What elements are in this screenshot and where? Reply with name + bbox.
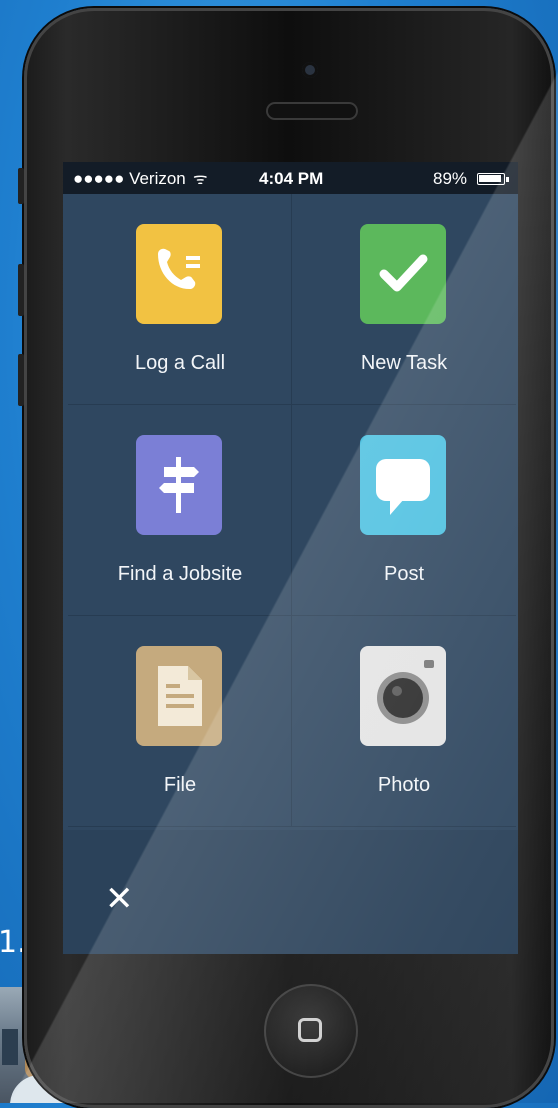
home-button[interactable] — [264, 984, 358, 1078]
action-new-task[interactable]: New Task — [292, 194, 516, 405]
phone-screen: ●●●●● Verizon ᯤ 4:04 PM 89% Log a Call N… — [63, 162, 518, 954]
action-label: Post — [383, 563, 425, 585]
status-bar: ●●●●● Verizon ᯤ 4:04 PM 89% — [63, 162, 518, 194]
action-post[interactable]: Post — [292, 405, 516, 616]
signpost-icon — [136, 435, 222, 535]
mute-switch — [18, 168, 24, 204]
battery-percent: 89% — [433, 169, 468, 188]
bottom-bar: ✕ — [63, 830, 518, 954]
checkmark-icon — [360, 224, 446, 324]
slide-number: 1. — [0, 925, 27, 960]
document-icon — [136, 646, 222, 746]
close-icon[interactable]: ✕ — [105, 882, 134, 916]
action-label: Find a Jobsite — [117, 563, 243, 585]
home-square-icon — [298, 1018, 322, 1042]
action-label: File — [163, 774, 197, 796]
carrier-label: ●●●●● Verizon — [73, 169, 186, 188]
monitor-background — [2, 1029, 18, 1065]
action-find-a-jobsite[interactable]: Find a Jobsite — [68, 405, 292, 616]
earpiece-speaker — [266, 102, 358, 120]
action-photo[interactable]: Photo — [292, 616, 516, 827]
volume-down-button — [18, 354, 24, 406]
action-label: Log a Call — [134, 352, 226, 374]
phone-icon — [136, 224, 222, 324]
action-label: Photo — [377, 774, 431, 796]
battery-icon — [477, 173, 509, 185]
quick-action-grid: Log a Call New Task Find a Jobsite Post … — [68, 194, 518, 830]
volume-up-button — [18, 264, 24, 316]
action-log-a-call[interactable]: Log a Call — [68, 194, 292, 405]
action-file[interactable]: File — [68, 616, 292, 827]
status-time: 4:04 PM — [259, 169, 324, 188]
wifi-icon: ᯤ — [193, 171, 208, 188]
camera-icon — [360, 646, 446, 746]
action-label: New Task — [360, 352, 448, 374]
front-camera — [302, 62, 318, 78]
chat-bubble-icon — [360, 435, 446, 535]
